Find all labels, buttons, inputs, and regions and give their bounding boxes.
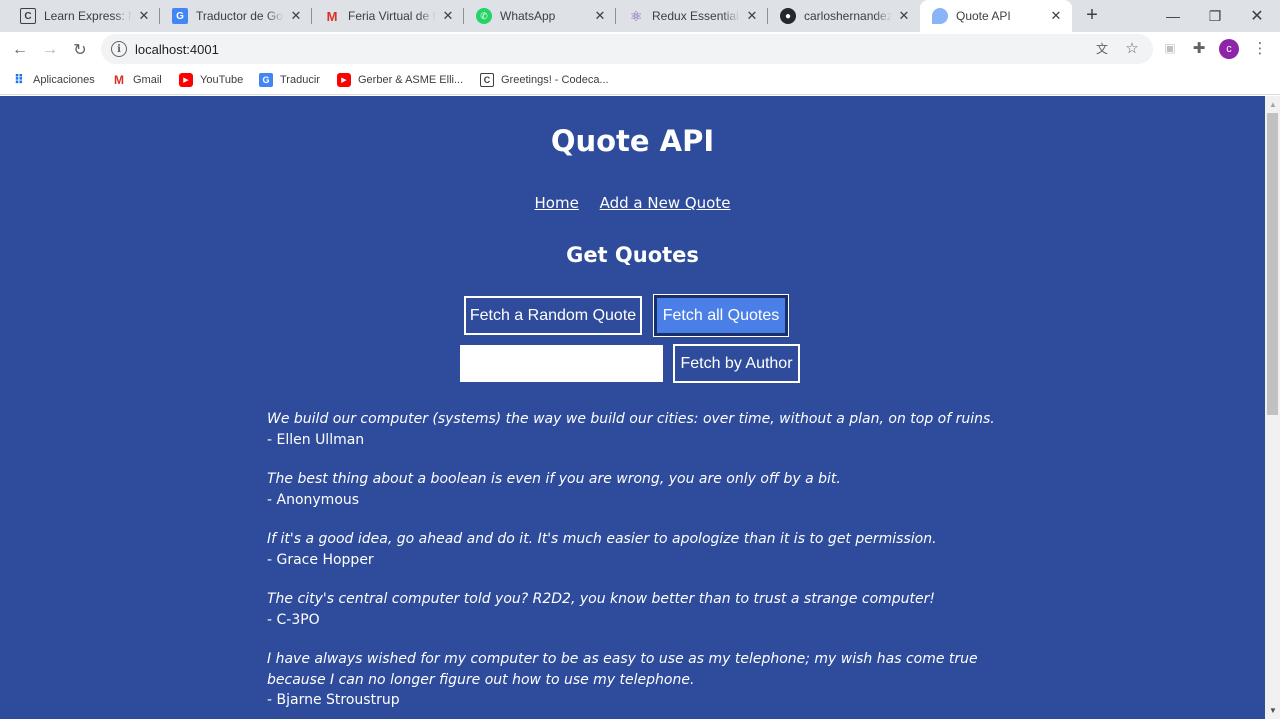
page-scrollbar[interactable]: ▲ ▼ — [1265, 96, 1280, 719]
tab-title: Learn Express: Mid — [44, 9, 132, 23]
forward-icon[interactable]: → — [36, 36, 64, 64]
browser-toolbar: ← → ↻ i localhost:4001 文 ☆ ▣ ✚ ⋮ — [0, 32, 1280, 66]
browser-tab[interactable]: ⚛ Redux Essentials, P ✕ — [616, 0, 768, 32]
close-window-icon[interactable]: ✕ — [1234, 0, 1280, 32]
tab-title: Quote API — [956, 9, 1011, 23]
github-icon: ● — [780, 8, 796, 24]
bookmark-label: Gmail — [133, 74, 162, 86]
bookmark-item[interactable]: ▶ YouTube — [179, 71, 243, 89]
fetch-all-quotes-button[interactable]: Fetch all Quotes — [653, 294, 789, 337]
bookmark-item[interactable]: ▶ Gerber & ASME Elli... — [337, 71, 463, 89]
bookmark-label: Traducir — [280, 74, 320, 86]
quote-text: We build our computer (systems) the way … — [267, 411, 995, 427]
close-tab-icon[interactable]: ✕ — [288, 8, 304, 24]
google-translate-icon: G — [259, 73, 273, 87]
bookmark-label: Gerber & ASME Elli... — [358, 74, 464, 86]
redux-icon: ⚛ — [629, 7, 643, 24]
codecademy-icon: C — [480, 73, 494, 87]
site-info-icon[interactable]: i — [111, 41, 127, 57]
youtube-icon: ▶ — [337, 73, 351, 87]
nav-add-quote-link[interactable]: Add a New Quote — [600, 194, 731, 212]
close-tab-icon[interactable]: ✕ — [896, 8, 912, 24]
scroll-up-icon[interactable]: ▲ — [1269, 100, 1277, 109]
quote-item: I have always wished for my computer to … — [267, 649, 1007, 711]
new-tab-icon[interactable]: + — [1080, 4, 1104, 28]
browser-tab[interactable]: C Learn Express: Mid ✕ — [8, 0, 160, 32]
restore-icon[interactable]: ❐ — [1192, 0, 1238, 32]
bookmarks-bar: ⠿ Aplicaciones M Gmail ▶ YouTube G Tradu… — [0, 66, 1280, 95]
browser-tab-active[interactable]: Quote API ✕ — [920, 0, 1072, 32]
page-title: Quote API — [550, 124, 715, 158]
quote-text: The city's central computer told you? R2… — [267, 591, 936, 607]
apps-grid-icon: ⠿ — [13, 72, 25, 87]
address-bar-url[interactable]: localhost:4001 — [135, 42, 219, 57]
profile-avatar[interactable]: c — [1219, 39, 1239, 59]
minimize-icon[interactable]: — — [1150, 0, 1196, 32]
tab-title: Feria Virtual de M — [348, 9, 436, 23]
quote-text: I have always wished for my computer to … — [267, 651, 978, 688]
fetch-by-author-button[interactable]: Fetch by Author — [673, 344, 800, 383]
tab-title: Redux Essentials, P — [652, 9, 740, 23]
bookmark-star-icon[interactable]: ☆ — [1122, 38, 1142, 58]
quote-item: If it's a good idea, go ahead and do it.… — [267, 529, 1007, 570]
codecademy-icon: C — [20, 8, 36, 24]
browser-tab[interactable]: ✆ WhatsApp ✕ — [464, 0, 616, 32]
close-tab-icon[interactable]: ✕ — [136, 8, 152, 24]
quote-author: - Bjarne Stroustrup — [267, 692, 400, 708]
bookmark-item[interactable]: ⠿ Aplicaciones — [12, 71, 95, 89]
reload-icon[interactable]: ↻ — [66, 36, 94, 64]
youtube-icon: ▶ — [179, 73, 193, 87]
close-tab-icon[interactable]: ✕ — [440, 8, 456, 24]
author-search-input[interactable] — [460, 345, 663, 382]
bookmark-item[interactable]: C Greetings! - Codeca... — [480, 71, 609, 89]
tab-title: WhatsApp — [500, 9, 556, 23]
bookmark-item[interactable]: G Traducir — [259, 71, 320, 89]
extension-icon[interactable]: ▣ — [1160, 38, 1180, 58]
quote-author: - Grace Hopper — [267, 551, 374, 568]
back-icon[interactable]: ← — [6, 36, 34, 64]
nav-home-link[interactable]: Home — [535, 194, 579, 212]
browser-tab[interactable]: ● carloshernandez2/ ✕ — [768, 0, 920, 32]
whatsapp-icon: ✆ — [476, 8, 492, 24]
quote-item: The city's central computer told you? R2… — [267, 589, 1007, 630]
quote-item: We build our computer (systems) the way … — [267, 409, 1007, 450]
fetch-random-quote-button[interactable]: Fetch a Random Quote — [464, 296, 642, 335]
browser-tab-strip: C Learn Express: Mid ✕ G Traductor de Go… — [0, 0, 1280, 32]
gmail-icon: M — [326, 8, 338, 24]
tab-title: Traductor de Goog — [196, 9, 284, 23]
main-nav: Home Add a New Quote — [0, 194, 1265, 212]
quote-author: - C-3PO — [267, 611, 320, 628]
bookmark-item[interactable]: M Gmail — [112, 71, 162, 89]
page-content: Quote API Home Add a New Quote Get Quote… — [0, 96, 1265, 719]
quote-author: - Ellen Ullman — [267, 431, 365, 448]
close-tab-icon[interactable]: ✕ — [744, 8, 760, 24]
extensions-puzzle-icon[interactable]: ✚ — [1189, 38, 1209, 58]
quote-text: The best thing about a boolean is even i… — [267, 471, 841, 487]
section-title: Get Quotes — [566, 243, 699, 267]
gmail-icon: M — [114, 73, 124, 87]
chat-bubble-icon — [932, 8, 948, 24]
scroll-down-icon[interactable]: ▼ — [1269, 706, 1277, 715]
close-tab-icon[interactable]: ✕ — [1048, 8, 1064, 24]
bookmark-label: Aplicaciones — [33, 74, 95, 86]
browser-tab[interactable]: M Feria Virtual de M ✕ — [312, 0, 464, 32]
close-tab-icon[interactable]: ✕ — [592, 8, 608, 24]
tab-title: carloshernandez2/ — [804, 9, 892, 23]
menu-dots-icon[interactable]: ⋮ — [1250, 38, 1270, 58]
translate-page-icon[interactable]: 文 — [1092, 38, 1112, 58]
browser-tab[interactable]: G Traductor de Goog ✕ — [160, 0, 312, 32]
quote-item: The best thing about a boolean is even i… — [267, 469, 1007, 510]
quote-author: - Anonymous — [267, 491, 360, 508]
quotes-list: We build our computer (systems) the way … — [267, 409, 1007, 719]
address-bar[interactable]: i localhost:4001 — [101, 34, 1153, 64]
quote-text: If it's a good idea, go ahead and do it.… — [267, 531, 937, 547]
scrollbar-thumb[interactable] — [1267, 113, 1278, 415]
bookmark-label: Greetings! - Codeca... — [501, 74, 609, 86]
google-translate-icon: G — [172, 8, 188, 24]
bookmark-label: YouTube — [200, 74, 244, 86]
